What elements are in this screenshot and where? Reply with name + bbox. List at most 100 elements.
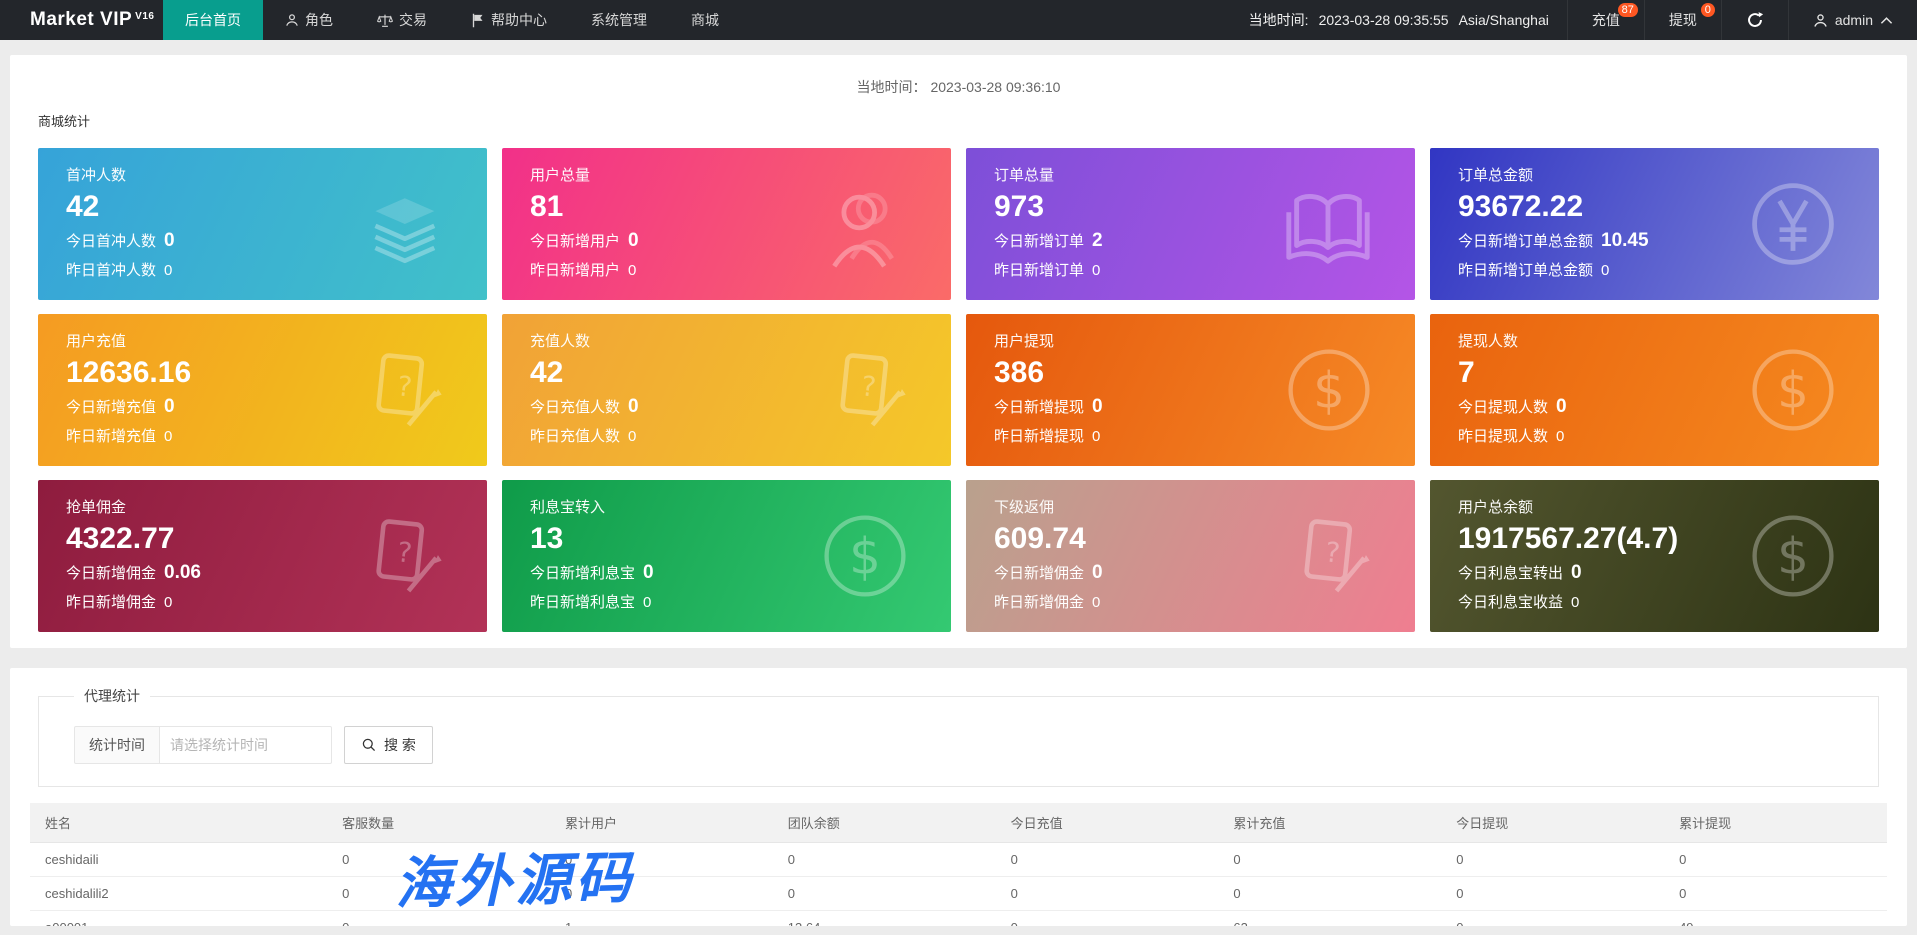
stat-card: 用户充值 12636.16 今日新增充值 0 昨日新增充值 0? [38, 314, 487, 466]
agent-name-cell: ceshidaili [30, 842, 328, 877]
card-yesterday-label: 昨日新增佣金 [994, 594, 1085, 611]
table-cell: 0 [1664, 876, 1887, 911]
card-yesterday-value: 0 [1601, 262, 1610, 279]
user-menu[interactable]: admin [1787, 0, 1917, 40]
brand-text: Market VIP [30, 9, 133, 30]
stat-card: 用户总量 81 今日新增用户 0 昨日新增用户 0 [502, 148, 951, 300]
local-time-label: 当地时间: [1248, 12, 1309, 28]
withdraw-label: 提现 [1668, 12, 1697, 28]
table-cell: 0 [1664, 842, 1887, 877]
refresh-button[interactable] [1720, 0, 1788, 40]
withdraw-button[interactable]: 提现 0 [1643, 0, 1721, 40]
svg-text:$: $ [1313, 361, 1345, 419]
main-menu: 后台首页 角色 交易 帮助中心 系统管理 商城 [163, 0, 741, 40]
layers-icon [357, 178, 449, 270]
nav-item-2[interactable]: 交易 [355, 0, 449, 40]
agent-stats-panel: 代理统计 统计时间 搜 索 姓名客服数量累计用户团队余额今日充值累计充值今日提现… [10, 668, 1907, 926]
panel-time-value: 2023-03-28 09:36:10 [930, 79, 1061, 95]
table-row: a000010113.64062049 [30, 910, 1887, 926]
table-header-cell: 今日提现 [1441, 803, 1665, 843]
dollar-icon: $ [1745, 508, 1841, 604]
card-today-label: 今日新增订单总金额 [1458, 233, 1594, 250]
nav-item-label: 帮助中心 [491, 12, 547, 28]
card-today-value: 0 [1571, 562, 1582, 583]
card-yesterday-value: 0 [643, 594, 652, 611]
local-time-value: 2023-03-28 09:35:55 [1318, 12, 1449, 28]
card-today-label: 今日首冲人数 [66, 233, 157, 250]
table-cell: 49 [1664, 910, 1887, 926]
agent-fieldset: 代理统计 统计时间 搜 索 [38, 686, 1879, 787]
svg-text:?: ? [396, 369, 414, 403]
book-icon [1279, 175, 1377, 273]
card-today-label: 今日充值人数 [530, 399, 621, 416]
stat-card: 首冲人数 42 今日首冲人数 0 昨日首冲人数 0 [38, 148, 487, 300]
card-yesterday-label: 昨日新增佣金 [66, 594, 157, 611]
dollar-icon: $ [817, 508, 913, 604]
table-cell: 0 [327, 842, 550, 877]
card-today-label: 今日新增利息宝 [530, 565, 636, 582]
stat-card: 用户总余额 1917567.27(4.7) 今日利息宝转出 0 今日利息宝收益 0 $ [1430, 480, 1879, 632]
table-header-cell: 今日充值 [995, 803, 1219, 843]
agent-name-cell: a00001 [30, 910, 328, 926]
brand-logo[interactable]: Market VIP V16 [0, 0, 163, 40]
card-today-value: 0 [628, 396, 639, 417]
nav-item-3[interactable]: 帮助中心 [449, 0, 569, 40]
table-cell: 0 [772, 876, 996, 911]
nav-item-4[interactable]: 系统管理 [569, 0, 669, 40]
search-button[interactable]: 搜 索 [344, 726, 433, 764]
nav-item-1[interactable]: 角色 [263, 0, 355, 40]
card-yesterday-value: 0 [628, 428, 637, 445]
card-today-label: 今日新增提现 [994, 399, 1085, 416]
flag-icon [471, 13, 485, 28]
stat-card: 用户提现 386 今日新增提现 0 昨日新增提现 0 $ [966, 314, 1415, 466]
card-today-label: 今日新增订单 [994, 233, 1085, 250]
table-header-cell: 累计充值 [1218, 803, 1442, 843]
nav-item-0[interactable]: 后台首页 [163, 0, 263, 40]
card-today-label: 今日利息宝转出 [1458, 565, 1564, 582]
mall-stats-panel: 当地时间： 2023-03-28 09:36:10 商城统计 首冲人数 42 今日首… [10, 55, 1907, 648]
card-yesterday-label: 昨日首冲人数 [66, 262, 157, 279]
table-row: ceshidaili 0 0 0 0 0 0 0 [30, 842, 1887, 877]
user-icon [817, 176, 913, 272]
stat-card: 下级返佣 609.74 今日新增佣金 0 昨日新增佣金 0? [966, 480, 1415, 632]
recharge-badge: 87 [1617, 3, 1638, 17]
table-cell: 0 [327, 910, 550, 926]
table-cell: 62 [1218, 910, 1442, 926]
yen-icon [1745, 176, 1841, 272]
card-yesterday-value: 0 [1092, 428, 1101, 445]
table-cell: 0 [1441, 910, 1665, 926]
search-icon [361, 737, 377, 753]
card-today-label: 今日新增用户 [530, 233, 621, 250]
stat-time-input[interactable] [160, 726, 332, 764]
card-yesterday-label: 今日利息宝收益 [1458, 594, 1564, 611]
table-header-cell: 团队余额 [772, 803, 996, 843]
card-yesterday-label: 昨日充值人数 [530, 428, 621, 445]
card-today-value: 0 [164, 230, 175, 251]
card-today-value: 0 [164, 396, 175, 417]
table-header-cell: 姓名 [30, 803, 328, 843]
nav-item-5[interactable]: 商城 [669, 0, 741, 40]
card-yesterday-label: 昨日新增用户 [530, 262, 621, 279]
card-yesterday-label: 昨日新增充值 [66, 428, 157, 445]
person-icon [285, 13, 299, 27]
svg-text:?: ? [396, 535, 414, 569]
table-cell: 0 [1218, 876, 1442, 911]
card-yesterday-value: 0 [164, 428, 173, 445]
card-today-value: 2 [1092, 230, 1103, 251]
doc-edit-icon: ? [357, 510, 449, 602]
card-yesterday-label: 昨日新增利息宝 [530, 594, 636, 611]
chevron-up-icon [1880, 16, 1893, 25]
nav-item-label: 角色 [305, 12, 333, 28]
stat-card: 订单总量 973 今日新增订单 2 昨日新增订单 0 [966, 148, 1415, 300]
card-yesterday-value: 0 [1092, 262, 1101, 279]
recharge-button[interactable]: 充值 87 [1566, 0, 1644, 40]
table-cell: 0 [1441, 876, 1665, 911]
doc-edit-icon: ? [357, 344, 449, 436]
panel-local-time: 当地时间： 2023-03-28 09:36:10 [28, 65, 1889, 97]
table-cell: 1 [549, 910, 773, 926]
top-navbar: Market VIP V16 后台首页 角色 交易 帮助中心 系统管理 商城 当地时间: … [0, 0, 1917, 40]
stat-card: 提现人数 7 今日提现人数 0 昨日提现人数 0 $ [1430, 314, 1879, 466]
table-cell: 0 [995, 910, 1219, 926]
card-today-label: 今日新增佣金 [66, 565, 157, 582]
timezone-label: Asia/Shanghai [1458, 12, 1549, 28]
